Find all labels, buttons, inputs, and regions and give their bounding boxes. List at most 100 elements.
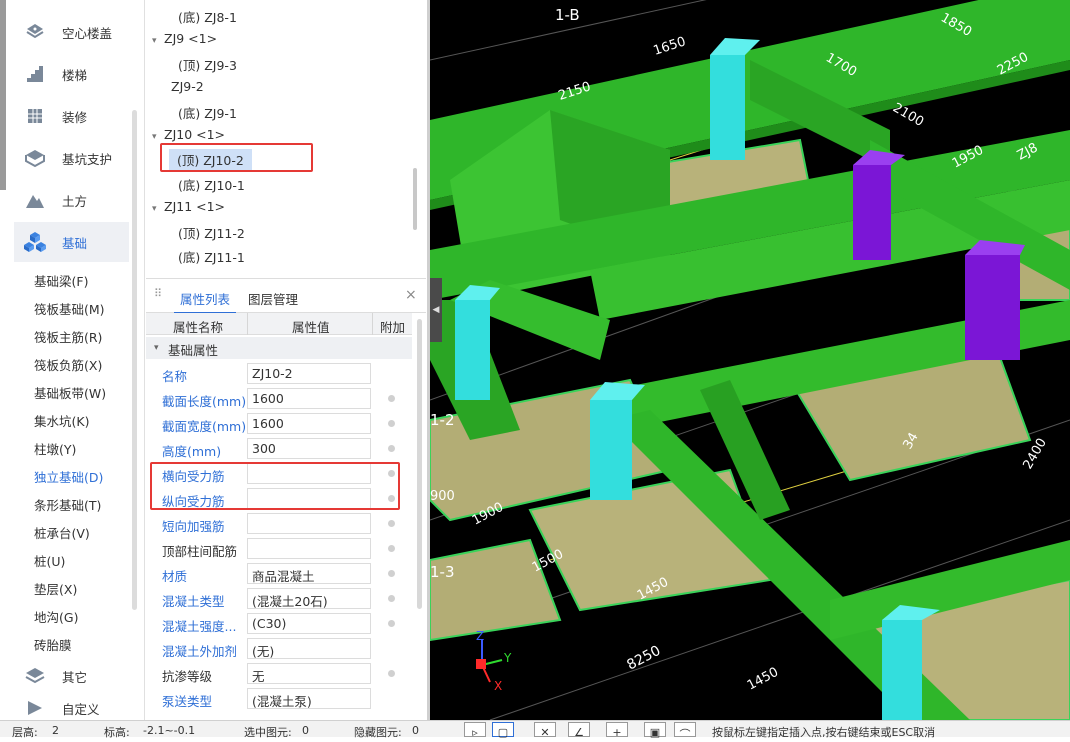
tree-node-zj11[interactable]: ▾ ZJ11 <1>	[152, 199, 225, 214]
header-extra: 附加	[380, 320, 406, 335]
pointer-icon: ▹	[472, 726, 478, 739]
extra-checkbox-icon[interactable]	[388, 620, 395, 627]
tree-node-zj9-1[interactable]: (底) ZJ9-1	[178, 103, 237, 122]
pit-support-icon	[22, 145, 48, 171]
collapse-caret-icon[interactable]: ▾	[154, 343, 159, 353]
layer-icon: ▣	[649, 726, 661, 739]
extra-checkbox-icon[interactable]	[388, 445, 395, 452]
property-value-field[interactable]: ZJ10-2	[247, 363, 371, 384]
tree-node-zj10[interactable]: ▾ ZJ10 <1>	[152, 127, 225, 142]
status-bar: 层高: 2 标高: -2.1~-0.1 选中图元: 0 隐藏图元: 0 ▹ ▢ …	[0, 720, 1070, 741]
header-separator	[372, 313, 373, 335]
snap-tool-button[interactable]: +	[606, 722, 628, 739]
property-name: 抗渗等级	[162, 669, 213, 684]
property-value-field[interactable]: 1600	[247, 413, 371, 434]
nav-item-trench[interactable]: 地沟(G)	[34, 607, 78, 626]
nav-category-other[interactable]: 其它	[14, 656, 129, 696]
property-row: 混凝土外加剂 (无)	[146, 636, 412, 661]
angle-tool-button[interactable]: ∠	[568, 722, 590, 739]
tree-node-zj9[interactable]: ▾ ZJ9 <1>	[152, 31, 217, 46]
close-icon[interactable]: ×	[405, 287, 417, 303]
property-row: 高度(mm) 300	[146, 436, 412, 461]
3d-viewport[interactable]: 1-B 1-2 1-3 1650 1850 2150 1700 2250 210…	[430, 0, 1070, 720]
axis-x-label: X	[494, 679, 502, 693]
arc-tool-button[interactable]: ⌒	[674, 722, 696, 741]
extra-checkbox-icon[interactable]	[388, 570, 395, 577]
extra-checkbox-icon[interactable]	[388, 545, 395, 552]
layer-tool-button[interactable]: ▣	[644, 722, 666, 739]
tree-node-zj9-2[interactable]: ZJ9-2	[171, 79, 204, 94]
expand-caret-icon[interactable]: ▾	[152, 132, 164, 142]
tree-node-zj8-1[interactable]: (底) ZJ8-1	[178, 7, 237, 26]
property-value-field[interactable]: 300	[247, 438, 371, 459]
property-value-field[interactable]: 商品混凝土	[247, 563, 371, 584]
nav-category-label: 装修	[62, 109, 88, 125]
extra-checkbox-icon[interactable]	[388, 595, 395, 602]
tab-property-list[interactable]: 属性列表	[173, 289, 237, 314]
property-value-field[interactable]: 无	[247, 663, 371, 684]
nav-item-pile[interactable]: 桩(U)	[34, 551, 65, 570]
snap-icon: +	[612, 726, 622, 739]
property-value-field[interactable]: (C30)	[247, 613, 371, 634]
nav-item-foundation-strip[interactable]: 基础板带(W)	[34, 383, 106, 402]
select-tool-button[interactable]: ▹	[464, 722, 486, 739]
status-hidden-value: 0	[412, 724, 419, 737]
property-value-field[interactable]	[247, 513, 371, 534]
left-nav-panel: 空心楼盖 楼梯 装修 基坑支护 土方 基础 基础梁(F) 筏板基础(M) 筏板主…	[0, 0, 145, 720]
property-value-field[interactable]: (混凝土20石)	[247, 588, 371, 609]
nav-item-raft-negative-rebar[interactable]: 筏板负筋(X)	[34, 355, 102, 374]
tree-node-zj9-3[interactable]: (顶) ZJ9-3	[178, 55, 237, 74]
box-select-button[interactable]: ▢	[492, 722, 514, 739]
property-value-field[interactable]	[247, 538, 371, 559]
property-value-field[interactable]: (无)	[247, 638, 371, 659]
dim-label: 8250	[624, 643, 663, 674]
nav-item-pile-cap[interactable]: 桩承台(V)	[34, 523, 90, 542]
property-name: 短向加强筋	[162, 519, 225, 534]
nav-item-cushion[interactable]: 垫层(X)	[34, 579, 77, 598]
tree-node-zj11-2[interactable]: (顶) ZJ11-2	[178, 223, 245, 242]
nav-scrollbar[interactable]	[132, 110, 137, 610]
properties-scrollbar[interactable]	[417, 319, 422, 609]
property-name: 顶部柱间配筋	[162, 544, 238, 559]
tree-node-zj10-1[interactable]: (底) ZJ10-1	[178, 175, 245, 194]
drag-grip-icon[interactable]: ⠿	[154, 287, 162, 300]
nav-item-foundation-beam[interactable]: 基础梁(F)	[34, 271, 88, 290]
nav-category-pit-support[interactable]: 基坑支护	[14, 138, 129, 178]
tree-node-label: ZJ9 <1>	[164, 31, 218, 46]
property-row: 泵送类型 (混凝土泵)	[146, 686, 412, 711]
tree-node-zj11-1[interactable]: (底) ZJ11-1	[178, 247, 245, 266]
nav-category-custom[interactable]: 自定义	[14, 696, 129, 720]
nav-category-hollow-slab[interactable]: 空心楼盖	[14, 12, 129, 52]
nav-item-raft-foundation[interactable]: 筏板基础(M)	[34, 299, 105, 318]
nav-item-column-pier[interactable]: 柱墩(Y)	[34, 439, 76, 458]
property-row: 短向加强筋	[146, 511, 412, 536]
extra-checkbox-icon[interactable]	[388, 395, 395, 402]
nav-category-foundation[interactable]: 基础	[14, 222, 129, 262]
nav-item-isolated-foundation[interactable]: 独立基础(D)	[34, 467, 103, 486]
tab-layer-management[interactable]: 图层管理	[248, 289, 298, 308]
collapse-panel-button[interactable]: ◀	[430, 278, 442, 342]
property-value-field[interactable]: (混凝土泵)	[247, 688, 371, 709]
nav-item-sump-pit[interactable]: 集水坑(K)	[34, 411, 89, 430]
tree-node-label: ZJ11 <1>	[164, 199, 226, 214]
nav-category-earthwork[interactable]: 土方	[14, 180, 129, 220]
group-foundation-attributes[interactable]: ▾ 基础属性	[146, 337, 412, 359]
expand-caret-icon[interactable]: ▾	[152, 204, 164, 214]
expand-caret-icon[interactable]: ▾	[152, 36, 164, 46]
properties-header: 属性名称 属性值 附加	[146, 313, 412, 335]
nav-item-strip-foundation[interactable]: 条形基础(T)	[34, 495, 101, 514]
nav-category-label: 其它	[62, 669, 88, 685]
extra-checkbox-icon[interactable]	[388, 520, 395, 527]
nav-item-brick-mold[interactable]: 砖胎膜	[34, 635, 72, 654]
nav-category-decoration[interactable]: 装修	[14, 96, 129, 136]
chevron-left-icon: ◀	[432, 305, 440, 315]
status-selected-label: 选中图元:	[244, 726, 292, 739]
nav-category-stairs[interactable]: 楼梯	[14, 54, 129, 94]
extra-checkbox-icon[interactable]	[388, 670, 395, 677]
other-icon	[22, 663, 48, 689]
extra-checkbox-icon[interactable]	[388, 420, 395, 427]
property-value-field[interactable]: 1600	[247, 388, 371, 409]
cross-select-button[interactable]: ✕	[534, 722, 556, 739]
nav-item-raft-main-rebar[interactable]: 筏板主筋(R)	[34, 327, 102, 346]
tree-scrollbar[interactable]	[413, 168, 417, 230]
